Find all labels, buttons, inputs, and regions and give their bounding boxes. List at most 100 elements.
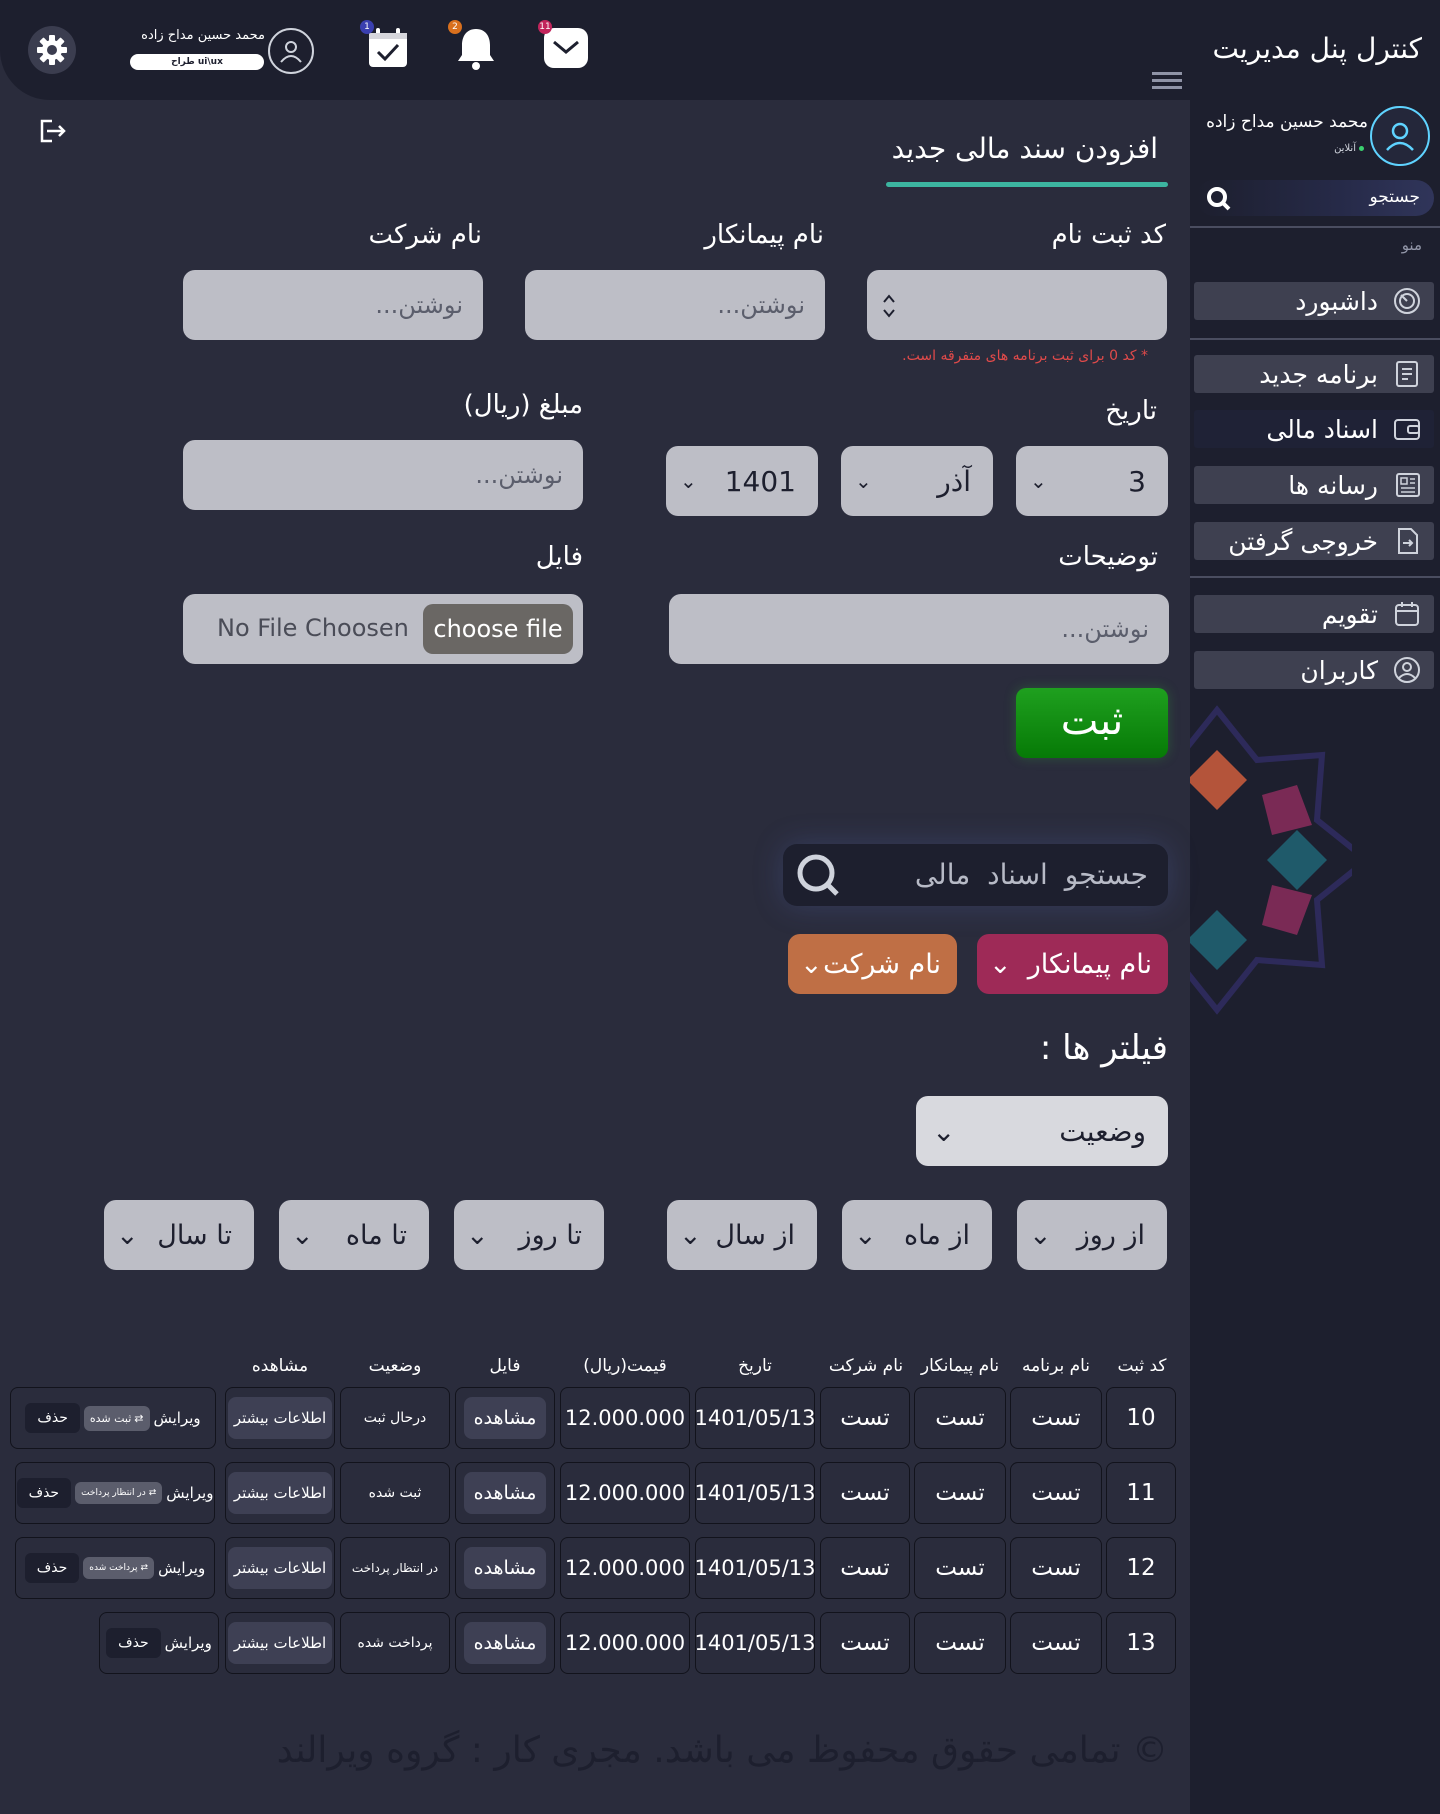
sidebar-item-label: رسانه ها bbox=[1288, 470, 1378, 500]
to-day-select[interactable]: ⌄ تا روز bbox=[454, 1200, 604, 1270]
col-header: وضعیت bbox=[368, 1356, 422, 1376]
export-icon bbox=[1392, 526, 1422, 556]
view-file-button[interactable]: مشاهده bbox=[463, 1397, 547, 1439]
financial-docs-search-input[interactable]: جستجو اسناد مالی bbox=[783, 844, 1168, 906]
more-info-button[interactable]: اطلاعات بیشتر bbox=[227, 1397, 333, 1439]
sidebar-avatar[interactable] bbox=[1370, 106, 1430, 166]
sidebar-item-new-program[interactable]: برنامه جدید bbox=[1194, 355, 1434, 393]
submit-button[interactable]: ثبت bbox=[1016, 688, 1168, 758]
delete-button[interactable]: حذف bbox=[106, 1628, 161, 1658]
amount-label: مبلغ (ریال) bbox=[463, 390, 583, 420]
from-day-select[interactable]: ⌄ از روز bbox=[1017, 1200, 1167, 1270]
more-info-button[interactable]: اطلاعات بیشتر bbox=[227, 1547, 333, 1589]
sidebar-item-users[interactable]: کاربران bbox=[1194, 651, 1434, 689]
company-input[interactable]: نوشتن... bbox=[183, 270, 483, 340]
status-select[interactable]: ⌄ وضعیت bbox=[916, 1096, 1168, 1166]
to-year-select[interactable]: ⌄ تا سال bbox=[104, 1200, 254, 1270]
company-filter-chip[interactable]: ⌄ نام شرکت bbox=[788, 934, 957, 994]
messages-badge: 11 bbox=[538, 20, 552, 34]
from-year-select[interactable]: ⌄ از سال bbox=[667, 1200, 817, 1270]
header-avatar[interactable] bbox=[268, 28, 314, 74]
user-icon bbox=[280, 41, 302, 63]
delete-button[interactable]: حذف bbox=[16, 1478, 72, 1508]
sidebar: کنترل پنل مدیریت محمد حسین مداح زاده آنل… bbox=[1190, 0, 1440, 1814]
col-header: قیمت(ریال) bbox=[583, 1356, 667, 1376]
delete-button[interactable]: حذف bbox=[25, 1403, 80, 1433]
logout-icon[interactable] bbox=[38, 118, 68, 148]
sidebar-search-input[interactable]: جستجو bbox=[1196, 180, 1434, 216]
calendar-check-icon bbox=[369, 28, 407, 67]
file-upload-field[interactable]: No File Choosen choose file bbox=[183, 594, 583, 664]
contractor-cell: تست bbox=[914, 1387, 1006, 1449]
menu-label: منو bbox=[1401, 236, 1422, 254]
edit-button[interactable]: ویرایش bbox=[154, 1409, 201, 1427]
month-value: آذر bbox=[937, 464, 971, 498]
top-header: محمد حسین مداح زاده طراح ui\ux 1 2 11 bbox=[0, 0, 1190, 100]
edit-button[interactable]: ویرایش bbox=[166, 1484, 213, 1502]
next-status-label: پرداخت شده bbox=[89, 1563, 138, 1573]
sidebar-item-dashboard[interactable]: داشبورد bbox=[1194, 282, 1434, 320]
notifications-button[interactable]: 2 bbox=[448, 20, 502, 74]
swap-arrows-icon: ⇄ bbox=[140, 1563, 149, 1573]
sidebar-item-media[interactable]: رسانه ها bbox=[1194, 466, 1434, 504]
price-cell: 12.000.000 bbox=[560, 1537, 690, 1599]
file-cell: مشاهده bbox=[455, 1462, 555, 1524]
status-cell: پرداخت شده bbox=[340, 1612, 450, 1674]
code-cell: 13 bbox=[1106, 1612, 1176, 1674]
contractor-cell: تست bbox=[914, 1537, 1006, 1599]
chevron-down-icon: ⌄ bbox=[932, 1114, 956, 1148]
view-file-button[interactable]: مشاهده bbox=[463, 1622, 547, 1664]
change-status-button[interactable]: ⇄ ثبت شده bbox=[83, 1405, 150, 1431]
code-cell: 10 bbox=[1106, 1387, 1176, 1449]
col-header: کد ثبت bbox=[1117, 1356, 1167, 1376]
divider bbox=[1190, 576, 1440, 578]
divider bbox=[1190, 338, 1440, 340]
description-input[interactable]: نوشتن... bbox=[669, 594, 1169, 664]
sidebar-item-calendar[interactable]: تقویم bbox=[1194, 595, 1434, 633]
sidebar-item-label: تقویم bbox=[1321, 599, 1378, 629]
actions-cell: ویرایش حذف bbox=[99, 1612, 219, 1674]
amount-input[interactable]: نوشتن... bbox=[183, 440, 583, 510]
view-file-button[interactable]: مشاهده bbox=[463, 1472, 547, 1514]
to-month-select[interactable]: ⌄ تا ماه bbox=[279, 1200, 429, 1270]
more-info-button[interactable]: اطلاعات بیشتر bbox=[227, 1472, 333, 1514]
delete-button[interactable]: حذف bbox=[24, 1553, 80, 1583]
view-cell: اطلاعات بیشتر bbox=[225, 1612, 335, 1674]
calendar-button[interactable]: 1 bbox=[360, 20, 414, 74]
sidebar-item-export[interactable]: خروجی گرفتن bbox=[1194, 522, 1434, 560]
company-cell: تست bbox=[820, 1537, 910, 1599]
reg-code-input[interactable] bbox=[867, 270, 1167, 340]
change-status-button[interactable]: ⇄ در انتظار پرداخت bbox=[75, 1482, 163, 1504]
sidebar-item-financial-docs[interactable]: اسناد مالی bbox=[1194, 410, 1434, 448]
contractor-filter-chip[interactable]: ⌄ نام پیمانکار bbox=[977, 934, 1168, 994]
edit-button[interactable]: ویرایش bbox=[165, 1634, 212, 1652]
chevron-down-icon: ⌄ bbox=[855, 469, 872, 493]
hamburger-menu-icon[interactable] bbox=[1152, 72, 1182, 93]
title-underline bbox=[886, 182, 1168, 187]
change-status-button[interactable]: ⇄ پرداخت شده bbox=[83, 1557, 155, 1579]
from-month-select[interactable]: ⌄ از ماه bbox=[842, 1200, 992, 1270]
view-file-button[interactable]: مشاهده bbox=[463, 1547, 547, 1589]
day-select[interactable]: ⌄ 3 bbox=[1016, 446, 1168, 516]
messages-button[interactable]: 11 bbox=[538, 20, 592, 74]
status-cell: در انتظار پرداخت bbox=[340, 1537, 450, 1599]
search-icon bbox=[797, 854, 839, 896]
select-label: از روز bbox=[1076, 1219, 1145, 1251]
sidebar-item-label: داشبورد bbox=[1295, 286, 1378, 316]
day-value: 3 bbox=[1128, 464, 1146, 498]
settings-button[interactable] bbox=[28, 26, 76, 74]
contractor-cell: تست bbox=[914, 1462, 1006, 1524]
col-header: تاریخ bbox=[738, 1356, 772, 1376]
select-label: تا ماه bbox=[345, 1219, 407, 1251]
view-cell: اطلاعات بیشتر bbox=[225, 1537, 335, 1599]
sidebar-item-label: اسناد مالی bbox=[1266, 414, 1378, 444]
search-placeholder: جستجو اسناد مالی bbox=[914, 858, 1148, 891]
month-select[interactable]: ⌄ آذر bbox=[841, 446, 993, 516]
chevron-down-icon: ⌄ bbox=[679, 1219, 702, 1251]
contractor-input[interactable]: نوشتن... bbox=[525, 270, 825, 340]
more-info-button[interactable]: اطلاعات بیشتر bbox=[227, 1622, 333, 1664]
choose-file-button[interactable]: choose file bbox=[423, 604, 573, 654]
edit-button[interactable]: ویرایش bbox=[158, 1559, 205, 1577]
year-select[interactable]: ⌄ 1401 bbox=[666, 446, 818, 516]
page-title: افزودن سند مالی جدید bbox=[891, 132, 1158, 165]
